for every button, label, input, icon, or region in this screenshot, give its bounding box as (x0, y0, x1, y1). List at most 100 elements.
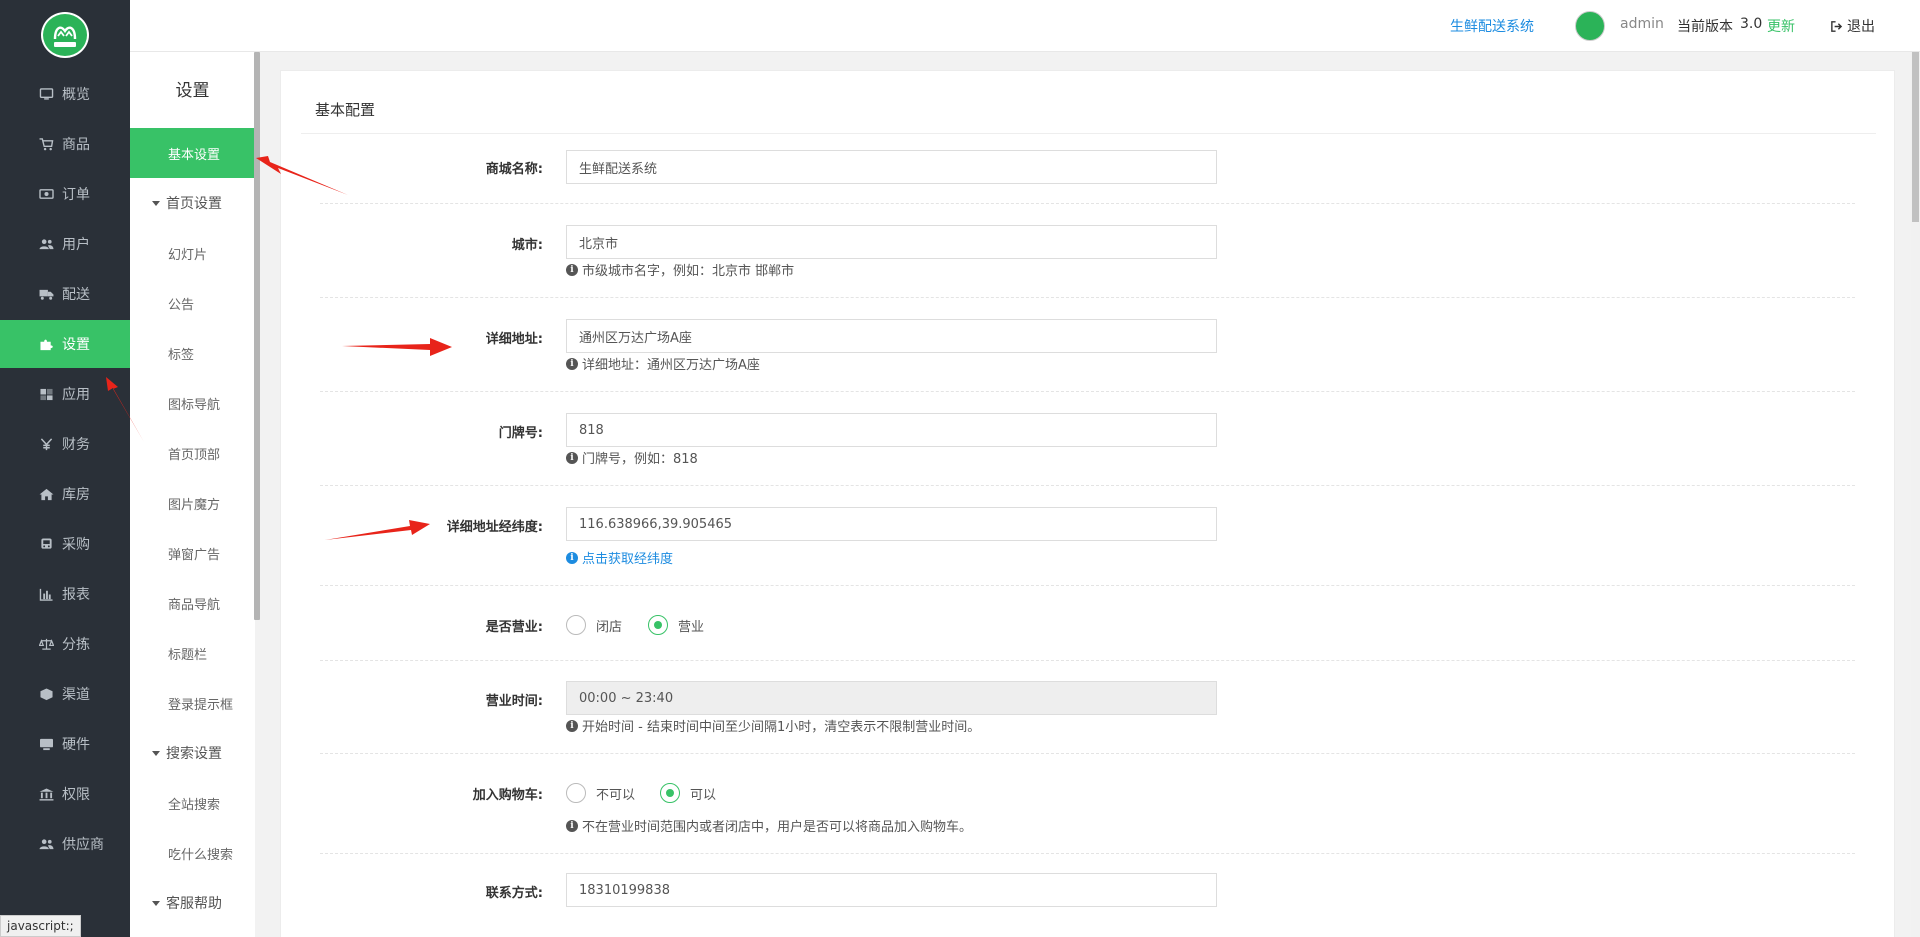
sidebar-item-cube[interactable]: 渠道 (0, 670, 130, 718)
subnav-item[interactable]: 图片魔方 (130, 478, 255, 528)
info-icon: i (566, 357, 578, 370)
yen-icon (38, 437, 54, 451)
sidebar-item-label: 商品 (62, 137, 90, 153)
caret-down-icon (152, 200, 160, 206)
browser-status-bar: javascript:; (0, 915, 81, 937)
divider (320, 297, 1855, 298)
sidebar-item-puzzle[interactable]: 设置 (0, 320, 130, 368)
logout-label: 退出 (1847, 19, 1875, 35)
add-to-cart-help: i 不在营业时间范围内或者闭店中，用户是否可以将商品加入购物车。 (566, 816, 972, 835)
money-icon (38, 187, 54, 201)
subnav-item[interactable]: 公告 (130, 278, 255, 328)
hours-help: i 开始时间 - 结束时间中间至少间隔1小时，清空表示不限制营业时间。 (566, 716, 980, 735)
avatar[interactable] (1575, 11, 1605, 41)
system-name-link[interactable]: 生鲜配送系统 (1450, 16, 1534, 36)
basic-config-card: 基本配置 (280, 70, 1895, 937)
contact-input[interactable]: 18310199838 (566, 873, 1217, 907)
subnav-group-label: 搜索设置 (166, 746, 222, 762)
city-input[interactable]: 北京市 (566, 225, 1217, 259)
sidebar-item-desktop[interactable]: 硬件 (0, 720, 130, 768)
contact-label: 联系方式: (485, 886, 543, 901)
truck-icon (38, 287, 54, 301)
radio-button[interactable] (566, 615, 586, 635)
latlng-label: 详细地址经纬度: (446, 520, 543, 535)
subnav-title: 设置 (175, 81, 210, 101)
card-title: 基本配置 (315, 101, 376, 119)
door-number-input[interactable]: 818 (566, 413, 1217, 447)
subnav-item[interactable]: 吃什么搜索 (130, 828, 255, 878)
users-icon (38, 237, 54, 251)
subnav-item-basic-settings[interactable]: 基本设置 (130, 128, 255, 178)
radio-label: 闭店 (596, 619, 623, 635)
info-icon: i (566, 551, 578, 564)
cube-icon (38, 687, 54, 701)
info-icon: i (566, 451, 578, 464)
logout-button[interactable]: 退出 (1830, 16, 1875, 36)
hours-label: 营业时间: (485, 694, 543, 709)
sidebar-item-home[interactable]: 库房 (0, 470, 130, 518)
radio-button[interactable] (648, 615, 668, 635)
subnav-scrollbar[interactable] (254, 52, 260, 620)
sidebar-item-truck[interactable]: 配送 (0, 270, 130, 318)
address-input[interactable]: 通州区万达广场A座 (566, 319, 1217, 353)
top-header: 生鲜配送系统 admin 当前版本 3.0 更新 退出 (130, 0, 1920, 52)
sidebar-item-label: 库房 (62, 487, 90, 503)
balance-icon (38, 637, 54, 651)
subnav-item[interactable]: 首页顶部 (130, 428, 255, 478)
subnav-group-home[interactable]: 首页设置 (130, 178, 255, 228)
sidebar-item-users[interactable]: 用户 (0, 220, 130, 268)
sidebar-item-balance[interactable]: 分拣 (0, 620, 130, 668)
radio-cart-no[interactable]: 不可以 (566, 783, 635, 803)
username[interactable]: admin (1620, 16, 1664, 32)
divider (301, 133, 1876, 134)
sidebar-item-money[interactable]: 订单 (0, 170, 130, 218)
subnav-group-label: 客服帮助 (166, 896, 222, 912)
shop-name-label: 商城名称: (485, 162, 543, 177)
divider (320, 485, 1855, 486)
sidebar-item-monitor[interactable]: 概览 (0, 70, 130, 118)
subnav-item[interactable]: 弹窗广告 (130, 528, 255, 578)
sidebar-item-label: 订单 (62, 187, 90, 203)
sidebar-item-yen[interactable]: 财务 (0, 420, 130, 468)
subnav-item[interactable]: 全站搜索 (130, 778, 255, 828)
subnav-item[interactable]: 标签 (130, 328, 255, 378)
city-label: 城市: (511, 238, 543, 253)
divider (320, 753, 1855, 754)
sidebar-item-label: 硬件 (62, 737, 90, 753)
home-icon (38, 487, 54, 501)
radio-closed[interactable]: 闭店 (566, 615, 622, 635)
sidebar-item-chart[interactable]: 报表 (0, 570, 130, 618)
version-label: 当前版本 (1677, 19, 1733, 35)
radio-button[interactable] (660, 783, 680, 803)
subnav-item[interactable]: 幻灯片 (130, 228, 255, 278)
sidebar-item-bank[interactable]: 权限 (0, 770, 130, 818)
radio-button[interactable] (566, 783, 586, 803)
hours-input[interactable]: 00:00 ~ 23:40 (566, 681, 1217, 715)
brand-logo[interactable] (41, 12, 89, 58)
door-number-label: 门牌号: (498, 426, 543, 441)
radio-label: 营业 (678, 619, 705, 635)
help-text: 开始时间 - 结束时间中间至少间隔1小时，清空表示不限制营业时间。 (582, 720, 981, 735)
sidebar-item-cart[interactable]: 商品 (0, 120, 130, 168)
help-text: 不在营业时间范围内或者闭店中，用户是否可以将商品加入购物车。 (582, 820, 973, 835)
subnav-item[interactable]: 标题栏 (130, 628, 255, 678)
latlng-input[interactable]: 116.638966,39.905465 (566, 507, 1217, 541)
subnav-group-search[interactable]: 搜索设置 (130, 728, 255, 778)
page-scrollbar-thumb[interactable] (1912, 52, 1919, 222)
radio-label: 可以 (690, 787, 717, 803)
subnav-group-service[interactable]: 客服帮助 (130, 878, 255, 928)
update-link[interactable]: 更新 (1767, 16, 1795, 36)
sidebar-item-label: 配送 (62, 287, 90, 303)
get-latlng-link[interactable]: i 点击获取经纬度 (566, 548, 673, 567)
radio-cart-yes[interactable]: 可以 (660, 783, 716, 803)
subnav-item[interactable]: 图标导航 (130, 378, 255, 428)
subnav-item[interactable]: 商品导航 (130, 578, 255, 628)
sidebar-item-apps[interactable]: 应用 (0, 370, 130, 418)
radio-open[interactable]: 营业 (648, 615, 704, 635)
caret-down-icon (152, 750, 160, 756)
sidebar-item-bus[interactable]: 采购 (0, 520, 130, 568)
subnav-item[interactable]: 登录提示框 (130, 678, 255, 728)
shop-name-input[interactable]: 生鲜配送系统 (566, 150, 1217, 184)
sidebar-item-supplier[interactable]: 供应商 (0, 820, 130, 868)
open-status-label: 是否营业: (485, 620, 543, 635)
